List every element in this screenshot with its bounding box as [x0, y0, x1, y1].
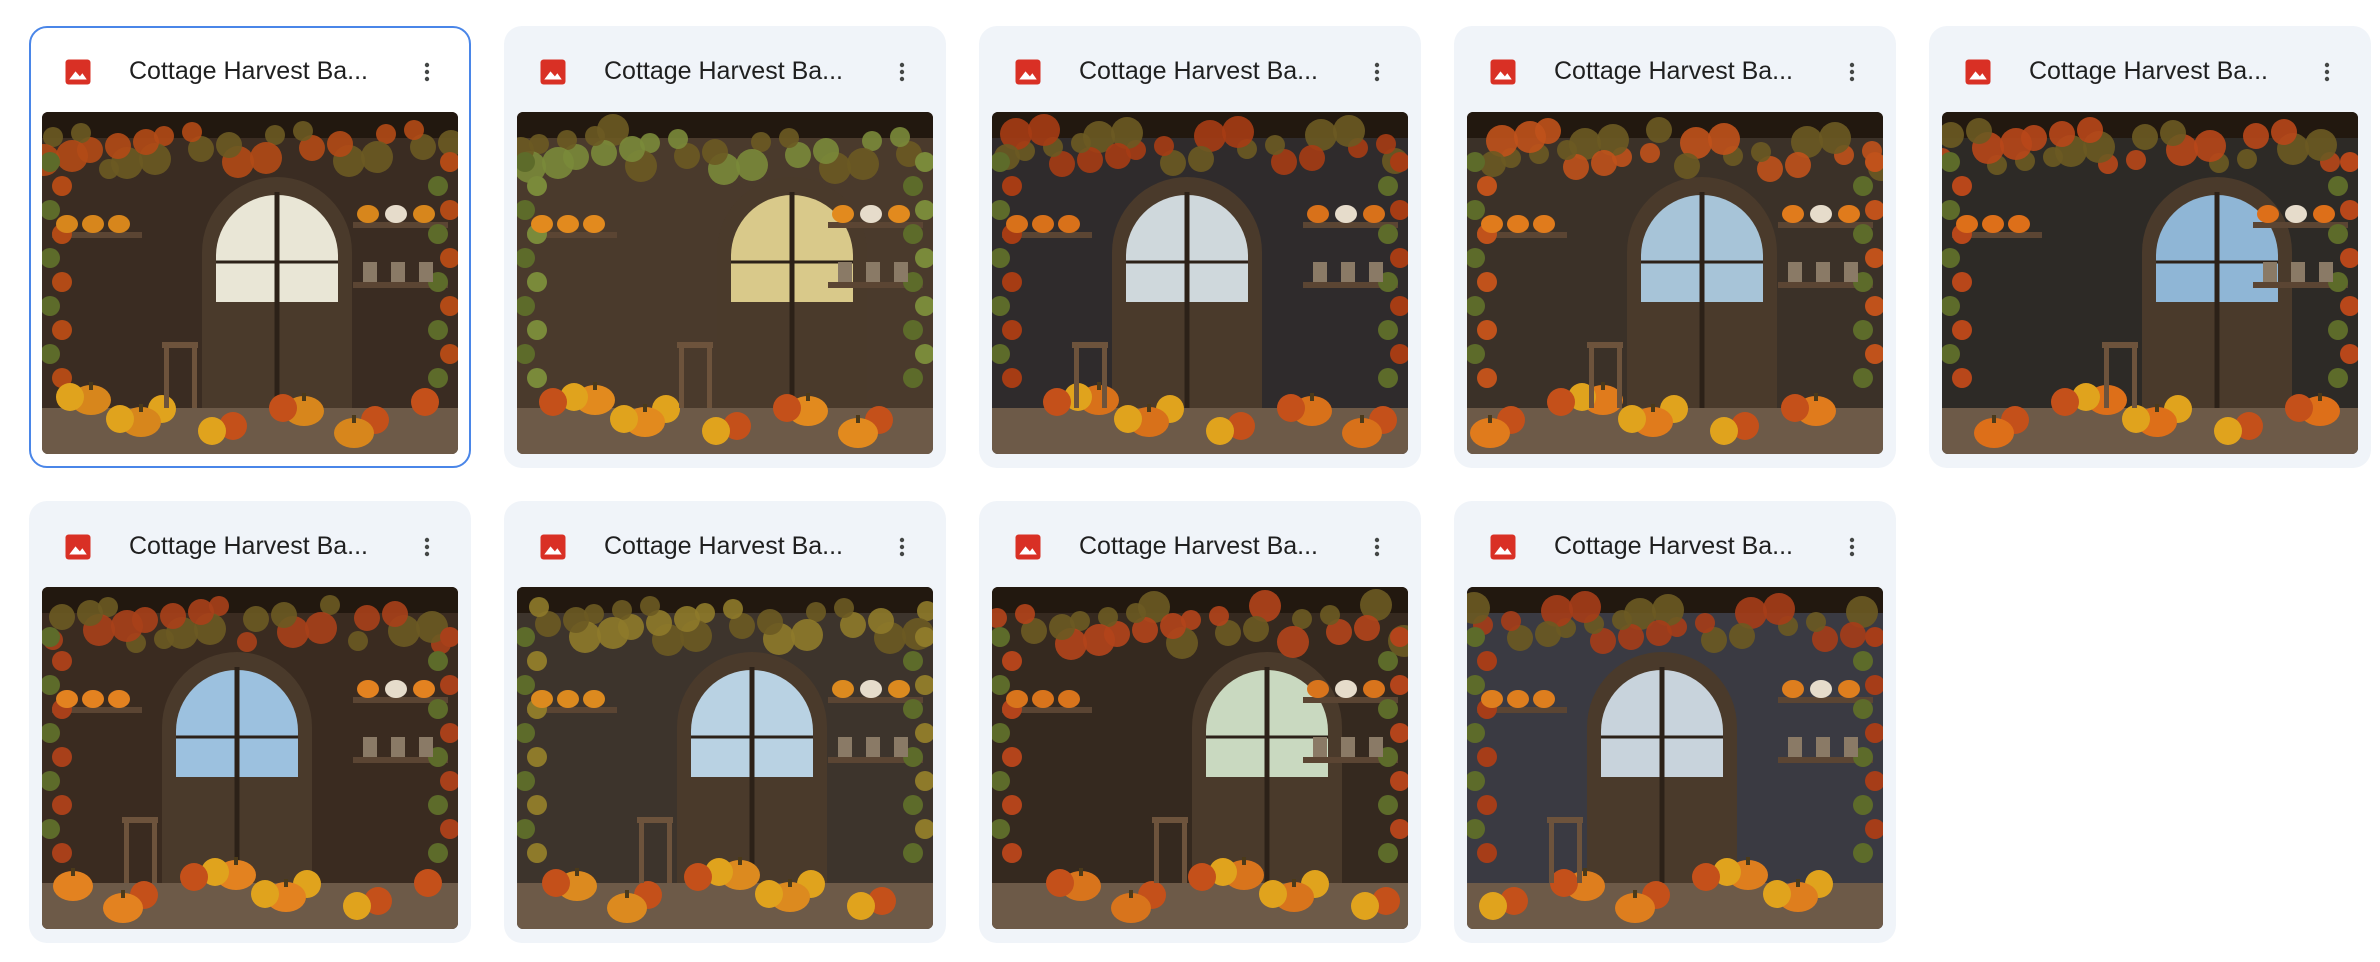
- file-name: Cottage Harvest Ba...: [129, 532, 369, 560]
- file-card-header: Cottage Harvest Ba...: [1929, 26, 2371, 112]
- thumbnail-art: [517, 587, 933, 929]
- more-vert-icon: [424, 537, 430, 557]
- thumbnail-art: [42, 112, 458, 454]
- image-file-icon: [538, 532, 568, 562]
- file-name: Cottage Harvest Ba...: [604, 532, 844, 560]
- file-card-header: Cottage Harvest Ba...: [979, 26, 1421, 112]
- file-card-header: Cottage Harvest Ba...: [1454, 501, 1896, 587]
- file-name: Cottage Harvest Ba...: [1079, 57, 1319, 85]
- file-card[interactable]: Cottage Harvest Ba...: [979, 501, 1421, 943]
- thumbnail-art: [992, 112, 1408, 454]
- image-file-icon: [1963, 57, 1993, 87]
- image-thumbnail[interactable]: [1467, 587, 1883, 929]
- image-thumbnail[interactable]: [42, 112, 458, 454]
- file-card-header: Cottage Harvest Ba...: [504, 501, 946, 587]
- more-options-button[interactable]: [1830, 525, 1874, 569]
- file-card[interactable]: Cottage Harvest Ba...: [979, 26, 1421, 468]
- more-options-button[interactable]: [1830, 50, 1874, 94]
- file-card-header: Cottage Harvest Ba...: [1454, 26, 1896, 112]
- more-vert-icon: [1849, 62, 1855, 82]
- file-card-header: Cottage Harvest Ba...: [31, 28, 469, 114]
- more-options-button[interactable]: [1355, 50, 1399, 94]
- thumbnail-art: [1942, 112, 2358, 454]
- image-file-icon: [1013, 57, 1043, 87]
- image-thumbnail[interactable]: [1467, 112, 1883, 454]
- more-vert-icon: [899, 537, 905, 557]
- image-thumbnail[interactable]: [1942, 112, 2358, 454]
- image-file-icon: [63, 57, 93, 87]
- image-thumbnail[interactable]: [517, 112, 933, 454]
- image-file-icon: [538, 57, 568, 87]
- file-card-header: Cottage Harvest Ba...: [29, 501, 471, 587]
- more-vert-icon: [424, 62, 430, 82]
- more-options-button[interactable]: [1355, 525, 1399, 569]
- thumbnail-art: [517, 112, 933, 454]
- file-card[interactable]: Cottage Harvest Ba...: [1454, 26, 1896, 468]
- file-card-header: Cottage Harvest Ba...: [504, 26, 946, 112]
- file-name: Cottage Harvest Ba...: [1554, 532, 1794, 560]
- file-card[interactable]: Cottage Harvest Ba...: [504, 501, 946, 943]
- file-card[interactable]: Cottage Harvest Ba...: [29, 26, 471, 468]
- file-card[interactable]: Cottage Harvest Ba...: [1929, 26, 2371, 468]
- more-vert-icon: [1849, 537, 1855, 557]
- file-name: Cottage Harvest Ba...: [2029, 57, 2269, 85]
- file-name: Cottage Harvest Ba...: [1079, 532, 1319, 560]
- more-options-button[interactable]: [405, 525, 449, 569]
- more-vert-icon: [2324, 62, 2330, 82]
- more-vert-icon: [1374, 537, 1380, 557]
- image-thumbnail[interactable]: [42, 587, 458, 929]
- more-vert-icon: [899, 62, 905, 82]
- file-card-header: Cottage Harvest Ba...: [979, 501, 1421, 587]
- file-card[interactable]: Cottage Harvest Ba...: [504, 26, 946, 468]
- image-file-icon: [63, 532, 93, 562]
- image-file-icon: [1488, 532, 1518, 562]
- thumbnail-art: [42, 587, 458, 929]
- file-name: Cottage Harvest Ba...: [1554, 57, 1794, 85]
- file-card[interactable]: Cottage Harvest Ba...: [1454, 501, 1896, 943]
- file-name: Cottage Harvest Ba...: [604, 57, 844, 85]
- file-name: Cottage Harvest Ba...: [129, 57, 369, 85]
- more-vert-icon: [1374, 62, 1380, 82]
- more-options-button[interactable]: [405, 50, 449, 94]
- thumbnail-art: [1467, 587, 1883, 929]
- image-thumbnail[interactable]: [992, 587, 1408, 929]
- file-grid: Cottage Harvest Ba... Cottage Harvest Ba…: [0, 0, 2380, 962]
- image-thumbnail[interactable]: [517, 587, 933, 929]
- image-file-icon: [1013, 532, 1043, 562]
- image-file-icon: [1488, 57, 1518, 87]
- more-options-button[interactable]: [880, 525, 924, 569]
- more-options-button[interactable]: [880, 50, 924, 94]
- thumbnail-art: [992, 587, 1408, 929]
- more-options-button[interactable]: [2305, 50, 2349, 94]
- image-thumbnail[interactable]: [992, 112, 1408, 454]
- file-card[interactable]: Cottage Harvest Ba...: [29, 501, 471, 943]
- thumbnail-art: [1467, 112, 1883, 454]
